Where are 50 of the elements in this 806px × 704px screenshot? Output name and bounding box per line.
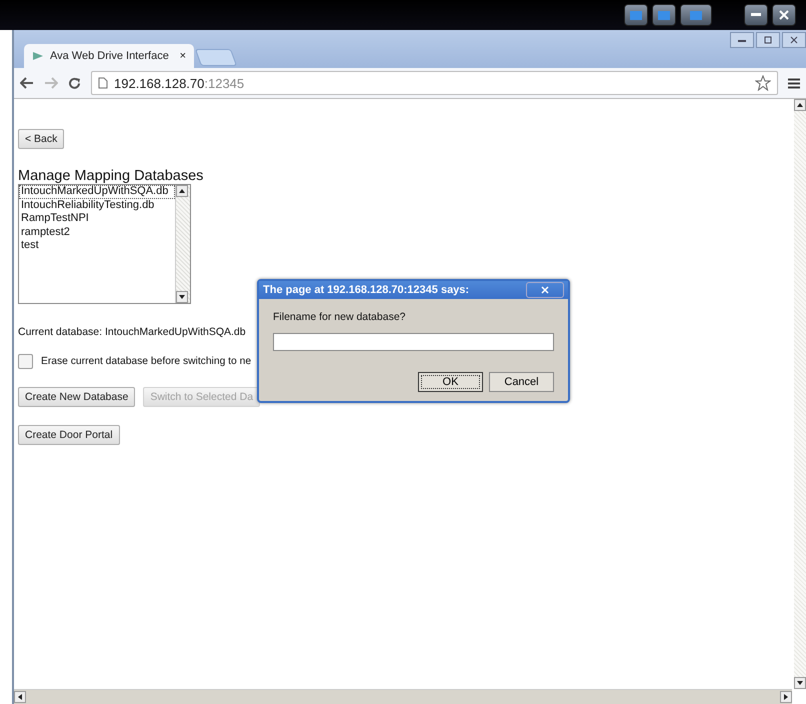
page-heading: Manage Mapping Databases: [18, 168, 204, 184]
dialog-prompt: Filename for new database?: [273, 311, 406, 323]
minimize-icon: [751, 13, 761, 17]
menu-icon[interactable]: [788, 78, 800, 88]
restore-icon: [764, 36, 772, 44]
filename-input[interactable]: [273, 333, 554, 351]
dialog-button[interactable]: Cancel: [489, 372, 554, 392]
back-arrow-icon[interactable]: [20, 77, 34, 89]
star-icon[interactable]: [755, 75, 771, 91]
vertical-scrollbar[interactable]: [794, 99, 806, 689]
minimize-button[interactable]: [744, 4, 768, 26]
display-icon[interactable]: [680, 4, 712, 26]
dialog-title: The page at 192.168.128.70:12345 says:: [263, 284, 470, 296]
database-item[interactable]: RampTestNPI: [19, 212, 175, 226]
scroll-right-arrow-icon[interactable]: [783, 694, 789, 700]
restore-button[interactable]: [756, 32, 780, 48]
scroll-up-arrow-icon[interactable]: [179, 188, 185, 194]
scroll-down-arrow-icon[interactable]: [797, 680, 803, 686]
close-button[interactable]: [772, 4, 796, 26]
database-list[interactable]: IntouchMarkedUpWithSQA.db IntouchReliabilityTesting.db RampTestNPI ramptest2 test: [18, 184, 191, 304]
address-bar[interactable]: 192.168.128.70:12345: [91, 71, 778, 95]
database-item[interactable]: test: [19, 239, 175, 252]
display-icon[interactable]: [652, 4, 676, 26]
horizontal-scrollbar[interactable]: [14, 689, 792, 704]
door-portal-button[interactable]: Create Door Portal: [18, 425, 120, 445]
scroll-up-arrow-icon[interactable]: [797, 102, 803, 108]
browser-tab[interactable]: Ava Web Drive Interface ×: [24, 44, 194, 68]
url-text: 192.168.128.70:12345: [114, 76, 244, 90]
scroll-down-arrow-icon[interactable]: [179, 294, 185, 300]
minimize-button[interactable]: [730, 32, 754, 48]
database-item[interactable]: IntouchReliabilityTesting.db: [19, 198, 175, 212]
scroll-left-arrow-icon[interactable]: [17, 694, 23, 700]
close-icon: [541, 286, 549, 294]
database-item[interactable]: IntouchMarkedUpWithSQA.db: [19, 185, 175, 198]
database-item[interactable]: ramptest2: [19, 226, 175, 239]
checkbox-label: Erase current database before switching to ne: [41, 356, 252, 367]
page-icon: [98, 77, 108, 89]
current-database-text: Current database: IntouchMarkedUpWithSQA.db: [18, 326, 247, 338]
close-icon: [779, 10, 789, 20]
back-button[interactable]: < Back: [18, 129, 64, 149]
play-icon: [32, 51, 44, 61]
minimize-icon: [738, 38, 746, 42]
action-button[interactable]: Create New Database: [18, 387, 136, 407]
reload-icon[interactable]: [68, 76, 81, 90]
tab-title: Ava Web Drive Interface: [50, 50, 169, 62]
display-icon[interactable]: [624, 4, 648, 26]
tab-close-button[interactable]: ×: [180, 50, 186, 62]
close-icon: [790, 36, 798, 44]
checkbox[interactable]: [18, 354, 33, 369]
dialog-button[interactable]: OK: [418, 372, 483, 392]
